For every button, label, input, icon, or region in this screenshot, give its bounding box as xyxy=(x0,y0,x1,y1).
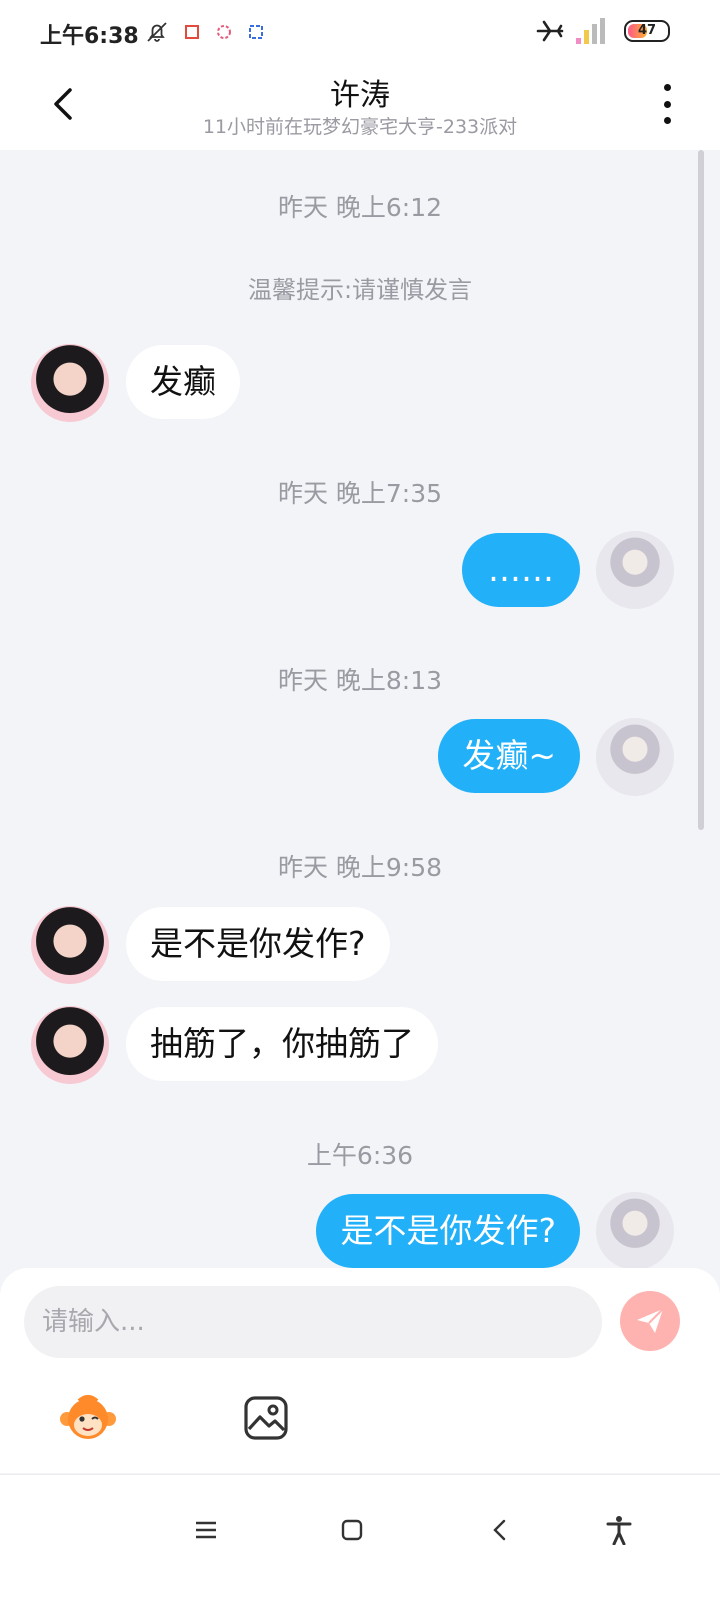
timestamp: 昨天 晚上6:12 xyxy=(277,193,443,222)
back-icon xyxy=(493,1519,506,1541)
message-input[interactable] xyxy=(24,1286,602,1358)
timestamp: 昨天 晚上8:13 xyxy=(277,666,443,695)
outgoing-message[interactable]: 发癫~ xyxy=(438,719,580,793)
screenshot-icon xyxy=(185,25,199,39)
contact-avatar[interactable] xyxy=(31,344,109,422)
my-avatar[interactable] xyxy=(596,1192,674,1270)
scan-icon xyxy=(249,25,263,39)
system-navigation-bar xyxy=(0,1474,720,1601)
message-composer xyxy=(0,1268,720,1473)
status-time: 上午6:38 xyxy=(40,24,139,49)
menu-icon xyxy=(196,1521,216,1539)
more-vertical-icon xyxy=(663,84,671,91)
my-avatar[interactable] xyxy=(596,718,674,796)
paper-plane-icon xyxy=(637,1308,664,1333)
signal-icon xyxy=(576,18,605,44)
battery-icon: 47 xyxy=(624,20,670,42)
message-list[interactable]: 昨天 晚上6:12 温馨提示:请谨慎发言 发癫 昨天 晚上7:35 …… 昨天 … xyxy=(0,150,720,1270)
airplane-mode-icon xyxy=(536,20,564,42)
outgoing-message[interactable]: …… xyxy=(462,533,580,607)
nav-accessibility-button[interactable] xyxy=(594,1505,644,1555)
incoming-message[interactable]: 是不是你发作? xyxy=(126,907,390,981)
nav-menu-button[interactable] xyxy=(181,1505,231,1555)
image-icon xyxy=(244,1396,288,1440)
contact-name: 许涛 xyxy=(330,78,390,113)
monkey-emoji-icon xyxy=(60,1395,116,1439)
contact-status: 11小时前在玩梦幻豪宅大亨-233派对 xyxy=(202,116,518,138)
scrollbar[interactable] xyxy=(698,150,704,830)
incoming-message[interactable]: 抽筋了，你抽筋了 xyxy=(126,1007,438,1081)
chat-header: 许涛 11小时前在玩梦幻豪宅大亨-233派对 xyxy=(0,68,720,150)
more-options-button[interactable] xyxy=(660,84,674,124)
bell-off-icon xyxy=(147,22,167,42)
battery-level: 47 xyxy=(637,23,657,38)
timestamp: 昨天 晚上7:35 xyxy=(277,479,443,508)
home-square-icon xyxy=(341,1519,363,1541)
timestamp: 昨天 晚上9:58 xyxy=(277,853,443,882)
status-bar: 上午6:38 47 xyxy=(0,0,720,68)
nav-home-button[interactable] xyxy=(327,1505,377,1555)
contact-avatar[interactable] xyxy=(31,906,109,984)
image-button[interactable] xyxy=(236,1388,296,1448)
warning-tip: 温馨提示:请谨慎发言 xyxy=(247,276,473,304)
incoming-message[interactable]: 发癫 xyxy=(126,345,240,419)
nav-back-button[interactable] xyxy=(475,1505,525,1555)
outgoing-message[interactable]: 是不是你发作? xyxy=(316,1194,580,1268)
my-avatar[interactable] xyxy=(596,531,674,609)
contact-avatar[interactable] xyxy=(31,1006,109,1084)
emoji-button[interactable] xyxy=(58,1388,118,1448)
status-notification-icons xyxy=(145,20,265,44)
status-system-icons: 47 xyxy=(536,16,670,46)
timestamp: 上午6:36 xyxy=(306,1141,414,1170)
accessibility-icon xyxy=(606,1516,632,1545)
send-button[interactable] xyxy=(620,1291,680,1351)
app-notification-icon xyxy=(217,25,231,39)
